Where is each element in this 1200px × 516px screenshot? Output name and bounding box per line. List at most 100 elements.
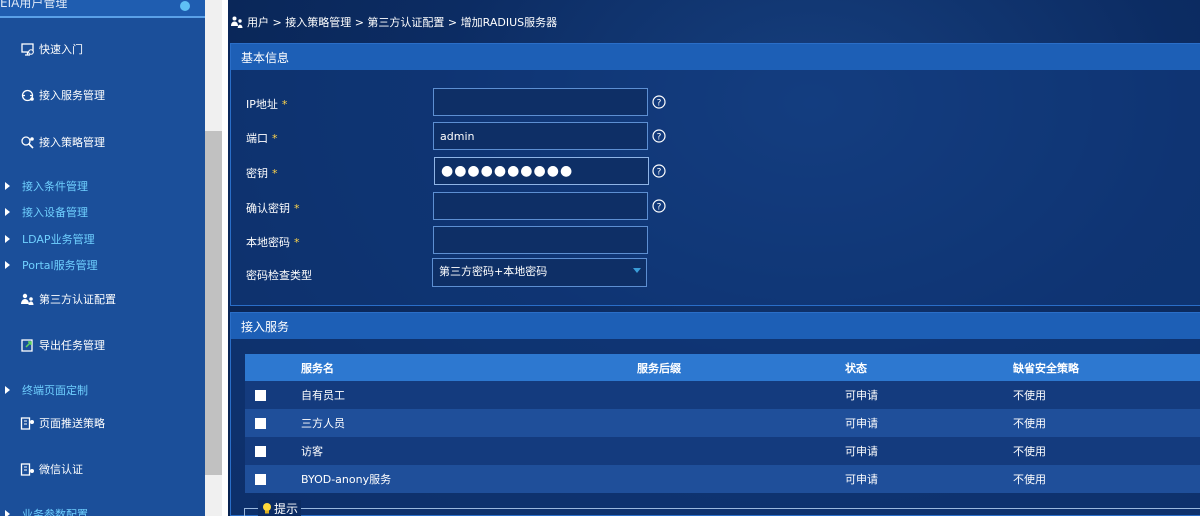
local-password-input[interactable] bbox=[433, 226, 648, 254]
push-policy-icon bbox=[20, 416, 34, 430]
column-header-policy: 缺省安全策略 bbox=[1013, 354, 1200, 381]
expand-arrow-icon bbox=[5, 510, 10, 516]
sidebar-item-label: 接入条件管理 bbox=[22, 180, 88, 193]
policy-icon bbox=[21, 135, 34, 149]
sidebar-item-third-party-auth[interactable]: 第三方认证配置 bbox=[0, 287, 205, 311]
sidebar-item-business-params[interactable]: 业务参数配置 bbox=[0, 502, 205, 516]
row-checkbox[interactable] bbox=[255, 390, 266, 401]
sidebar-item-label: 接入策略管理 bbox=[39, 136, 105, 149]
expand-arrow-icon bbox=[5, 235, 10, 243]
password-check-selected: 第三方密码+本地密码 bbox=[439, 265, 548, 278]
service-suffix bbox=[637, 465, 845, 493]
confirm-secret-input[interactable] bbox=[433, 192, 648, 220]
row-checkbox[interactable] bbox=[255, 418, 266, 429]
service-status: 可申请 bbox=[845, 409, 1013, 437]
local-password-label: 本地密码 * bbox=[246, 236, 300, 249]
expand-arrow-icon bbox=[5, 208, 10, 216]
service-policy: 不使用 bbox=[1013, 437, 1200, 465]
service-status: 可申请 bbox=[845, 381, 1013, 409]
user-group-icon bbox=[231, 16, 243, 28]
sidebar-item-terminal-page[interactable]: 终端页面定制 bbox=[0, 378, 205, 402]
sidebar-item-push-policy[interactable]: 页面推送策略 bbox=[0, 411, 205, 435]
password-check-label: 密码检查类型 bbox=[246, 269, 312, 282]
secret-input[interactable] bbox=[434, 157, 649, 185]
table-header-row: 服务名 服务后缀 状态 缺省安全策略 bbox=[245, 354, 1200, 381]
help-icon[interactable]: ? bbox=[652, 164, 666, 178]
service-name: 访客 bbox=[287, 437, 637, 465]
svg-text:?: ? bbox=[657, 203, 662, 213]
lightbulb-icon bbox=[263, 502, 271, 513]
expand-arrow-icon bbox=[5, 386, 10, 394]
row-checkbox[interactable] bbox=[255, 446, 266, 457]
collapse-dot-icon[interactable] bbox=[180, 1, 190, 11]
main-content: 用户 > 接入策略管理 > 第三方认证配置 > 增加RADIUS服务器 基本信息… bbox=[228, 0, 1200, 516]
row-checkbox[interactable] bbox=[255, 474, 266, 485]
column-header-status: 状态 bbox=[845, 354, 1013, 381]
sidebar-item-access-service[interactable]: 接入服务管理 bbox=[0, 83, 205, 107]
chevron-down-icon bbox=[633, 268, 641, 273]
service-name: 三方人员 bbox=[287, 409, 637, 437]
sidebar-item-label: 快速入门 bbox=[39, 43, 83, 56]
sidebar-item-wechat-auth[interactable]: 微信认证 bbox=[0, 457, 205, 481]
svg-text:?: ? bbox=[657, 133, 662, 143]
service-name: BYOD-anony服务 bbox=[287, 465, 637, 493]
service-policy: 不使用 bbox=[1013, 409, 1200, 437]
service-name: 自有员工 bbox=[287, 381, 637, 409]
breadcrumb-text: 用户 > 接入策略管理 > 第三方认证配置 > 增加RADIUS服务器 bbox=[247, 16, 558, 29]
table-row[interactable]: 自有员工 可申请 不使用 bbox=[245, 381, 1200, 409]
export-icon bbox=[21, 338, 33, 352]
sidebar-item-access-condition[interactable]: 接入条件管理 bbox=[0, 174, 205, 198]
sidebar-item-label: 第三方认证配置 bbox=[39, 293, 116, 306]
tip-label: 提示 bbox=[274, 502, 299, 516]
sidebar-item-label: 导出任务管理 bbox=[39, 339, 105, 352]
service-policy: 不使用 bbox=[1013, 465, 1200, 493]
basic-info-panel: 基本信息 IP地址* ? 端口* ? 密钥* ? 确认密钥* ? 本地密码* 密… bbox=[230, 43, 1200, 306]
password-check-select[interactable]: 第三方密码+本地密码 bbox=[432, 258, 647, 287]
service-policy: 不使用 bbox=[1013, 381, 1200, 409]
confirm-secret-label: 确认密钥 * bbox=[246, 202, 300, 215]
sidebar-item-label: 接入设备管理 bbox=[22, 206, 88, 219]
sidebar-top-title: EIA用户管理 bbox=[0, 0, 68, 10]
third-party-auth-icon bbox=[21, 293, 34, 305]
table-row[interactable]: 访客 可申请 不使用 bbox=[245, 437, 1200, 465]
help-icon[interactable]: ? bbox=[652, 95, 666, 109]
service-table: 服务名 服务后缀 状态 缺省安全策略 自有员工 可申请 不使用 三方人员 可申请… bbox=[245, 354, 1200, 493]
sidebar: EIA用户管理 快速入门 接入服务管理 接入策略管理 接入条件管理 接入设备管理… bbox=[0, 0, 205, 516]
sidebar-scrollbar-thumb[interactable] bbox=[205, 131, 222, 475]
sidebar-item-access-policy[interactable]: 接入策略管理 bbox=[0, 130, 205, 154]
sidebar-item-ldap[interactable]: LDAP业务管理 bbox=[0, 227, 205, 251]
column-header-name: 服务名 bbox=[287, 354, 637, 381]
table-row[interactable]: BYOD-anony服务 可申请 不使用 bbox=[245, 465, 1200, 493]
sidebar-item-label: 页面推送策略 bbox=[39, 417, 105, 430]
help-icon[interactable]: ? bbox=[652, 129, 666, 143]
service-suffix bbox=[637, 381, 845, 409]
sidebar-top-bar: EIA用户管理 bbox=[0, 0, 205, 18]
access-service-panel: 接入服务 服务名 服务后缀 状态 缺省安全策略 自有员工 可申请 不使用 三方人… bbox=[230, 312, 1200, 516]
sidebar-item-label: 接入服务管理 bbox=[39, 89, 105, 102]
service-icon bbox=[21, 89, 34, 101]
tip-legend: 提示 bbox=[258, 500, 302, 516]
sidebar-item-label: Portal服务管理 bbox=[22, 259, 98, 272]
svg-text:?: ? bbox=[657, 99, 662, 109]
sidebar-item-export-task[interactable]: 导出任务管理 bbox=[0, 333, 205, 357]
sidebar-item-label: 微信认证 bbox=[39, 463, 83, 476]
table-row[interactable]: 三方人员 可申请 不使用 bbox=[245, 409, 1200, 437]
expand-arrow-icon bbox=[5, 261, 10, 269]
sidebar-item-quickstart[interactable]: 快速入门 bbox=[0, 37, 205, 61]
expand-arrow-icon bbox=[5, 182, 10, 190]
quickstart-icon bbox=[21, 42, 34, 56]
service-status: 可申请 bbox=[845, 465, 1013, 493]
column-header-suffix: 服务后缀 bbox=[637, 354, 845, 381]
service-suffix bbox=[637, 409, 845, 437]
service-suffix bbox=[637, 437, 845, 465]
checkbox-header bbox=[245, 354, 287, 381]
service-status: 可申请 bbox=[845, 437, 1013, 465]
sidebar-item-label: LDAP业务管理 bbox=[22, 233, 95, 246]
ip-address-input[interactable] bbox=[433, 88, 648, 116]
port-input[interactable] bbox=[433, 122, 648, 150]
breadcrumb: 用户 > 接入策略管理 > 第三方认证配置 > 增加RADIUS服务器 bbox=[230, 14, 557, 30]
sidebar-item-portal[interactable]: Portal服务管理 bbox=[0, 253, 205, 277]
access-service-header: 接入服务 bbox=[231, 313, 1200, 339]
help-icon[interactable]: ? bbox=[652, 199, 666, 213]
sidebar-item-access-device[interactable]: 接入设备管理 bbox=[0, 200, 205, 224]
